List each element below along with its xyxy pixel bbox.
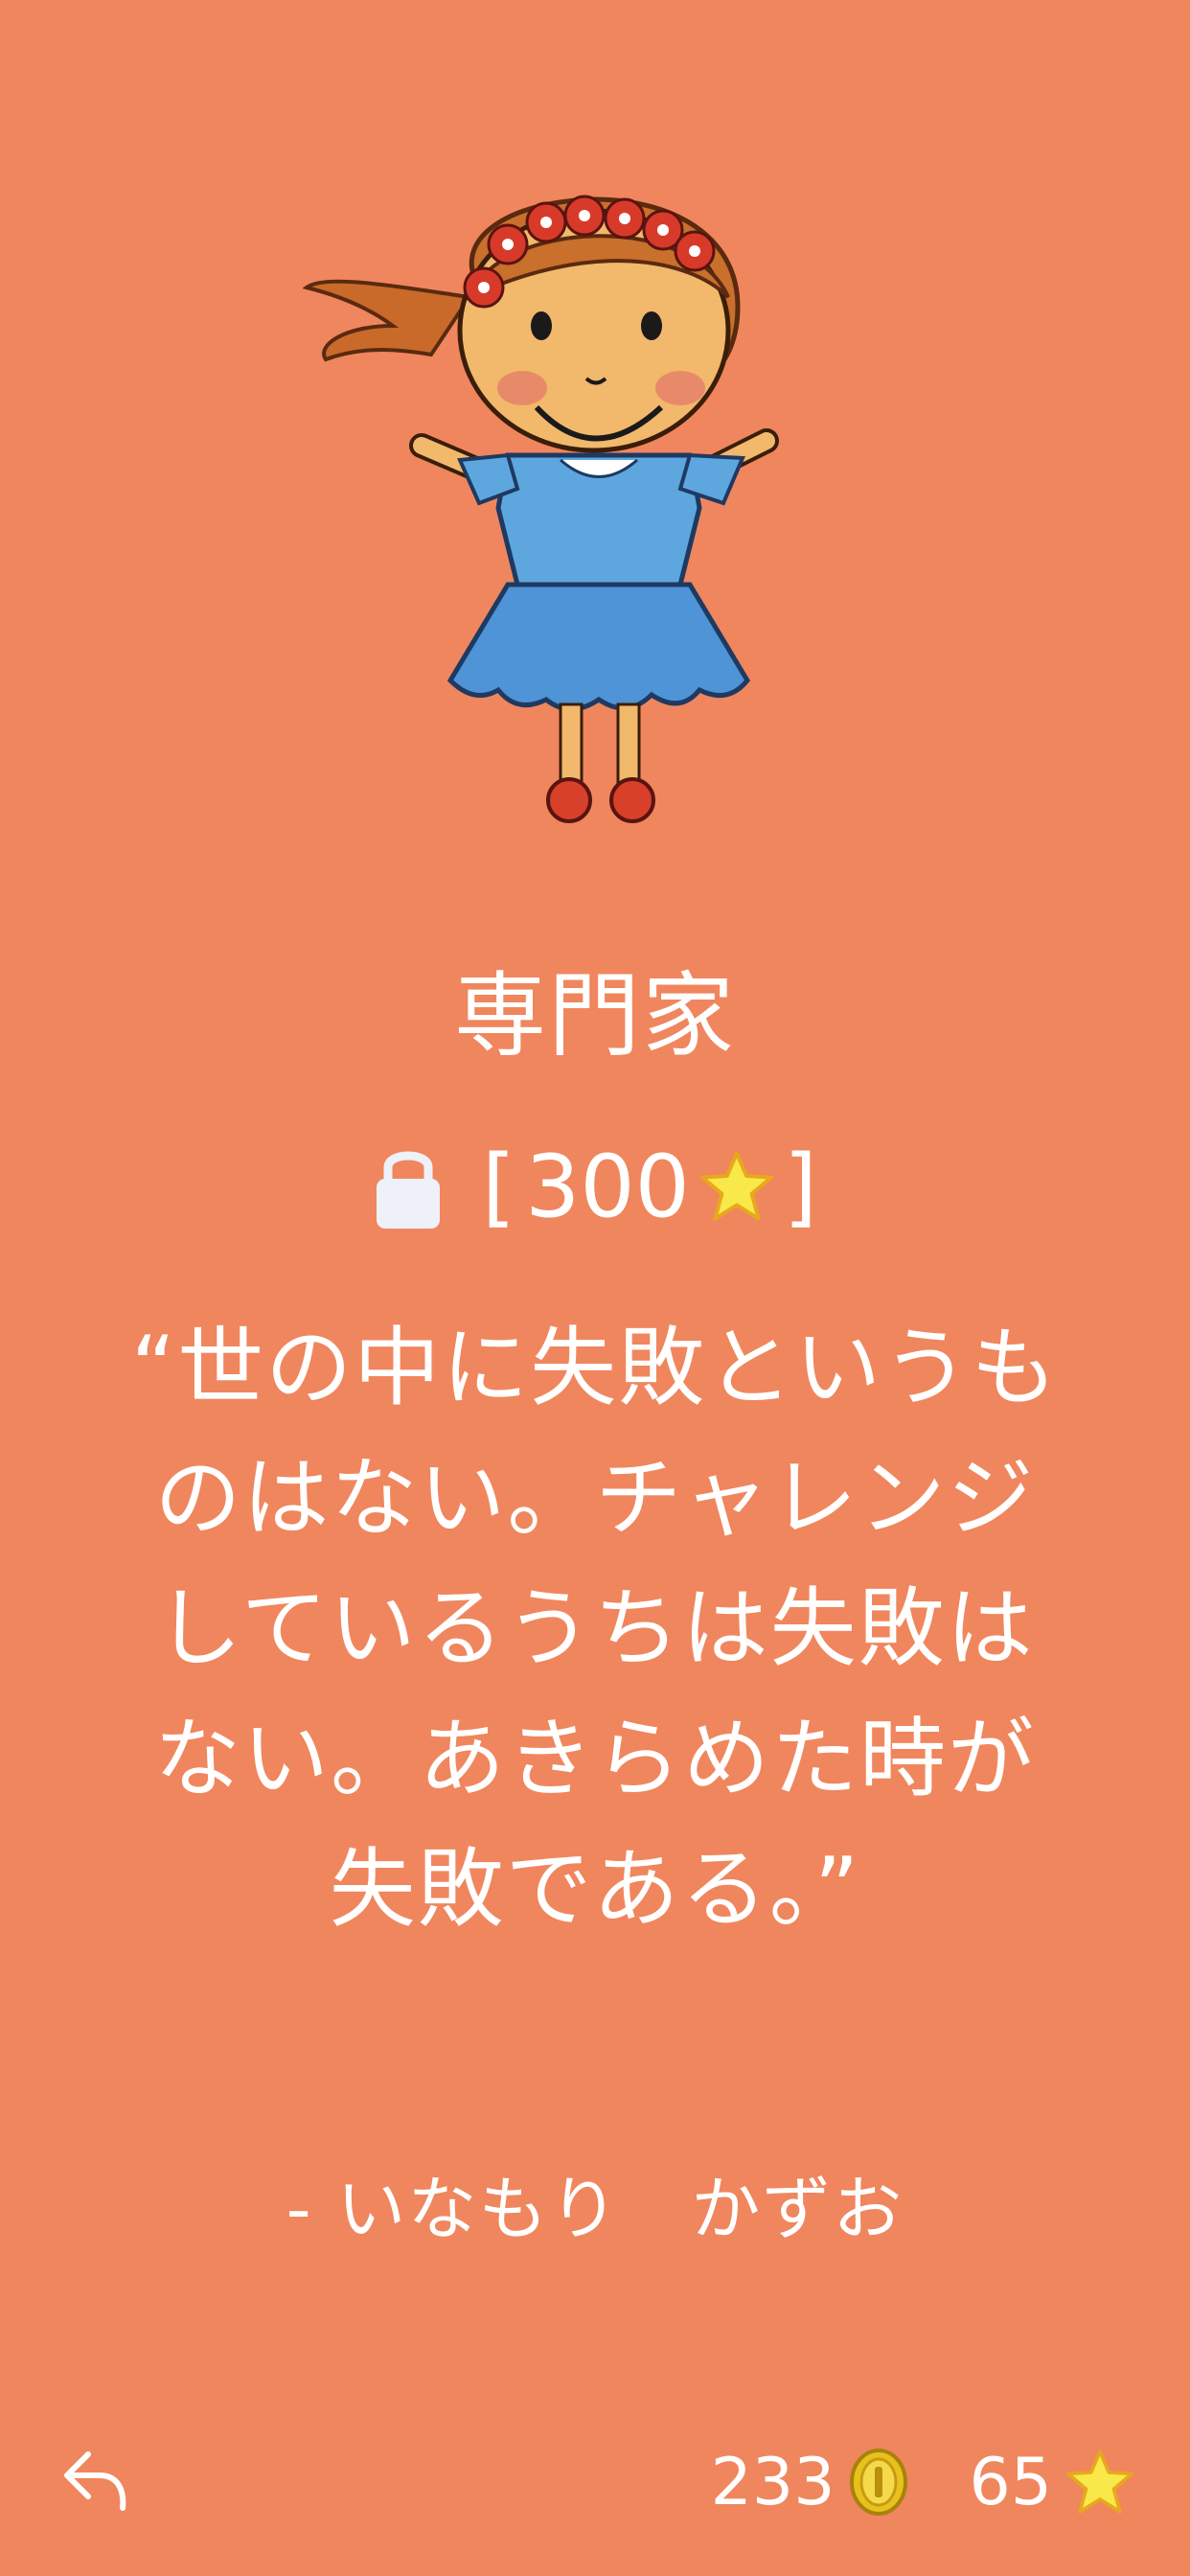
coin-icon xyxy=(850,2449,908,2516)
star-icon xyxy=(700,1151,773,1221)
footer-bar: 233 65 xyxy=(0,2439,1190,2525)
coin-count: 233 xyxy=(710,2444,835,2520)
back-arrow-icon[interactable] xyxy=(61,2447,130,2516)
card-title: 専門家 xyxy=(454,962,736,1070)
quote-text: “世の中に失敗というものはない。チャレンジしているうちは失敗はない。あきらめた時… xyxy=(130,1318,1060,1940)
price-suffix: ] xyxy=(783,1136,818,1237)
star-count: 65 xyxy=(969,2444,1052,2520)
price-value: 300 xyxy=(525,1136,690,1237)
quote-author: - いなもり かずお xyxy=(286,2169,904,2249)
currency-stats: 233 65 xyxy=(711,2439,1134,2525)
girl-illustration xyxy=(302,195,779,823)
star-icon xyxy=(1066,2450,1133,2514)
lock-icon xyxy=(376,1151,440,1229)
price-prefix: [ xyxy=(481,1136,516,1237)
unlock-price: [300 ] xyxy=(0,1129,1190,1244)
